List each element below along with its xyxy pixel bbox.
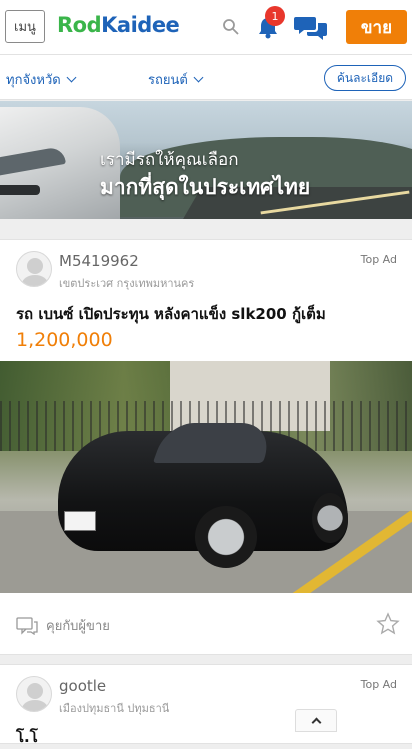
search-icon[interactable] [222, 18, 240, 36]
listing-card[interactable]: M5419962 เขตประเวศ กรุงเทพมหานคร Top Ad … [0, 239, 412, 655]
banner-headline-2: มากที่สุดในประเทศไทย [100, 175, 311, 199]
chat-with-seller-label: คุยกับผู้ขาย [46, 619, 110, 634]
category-filter-label: รถยนต์ [148, 73, 188, 88]
favorite-star-icon[interactable] [376, 612, 400, 636]
banner-headline-1: เรามีรถให้คุณเลือก [100, 150, 239, 170]
listing-title[interactable]: รถ เบนซ์ เปิดประทุน หลังคาแข็ง slk200 กู… [16, 302, 326, 326]
listing-photo[interactable] [0, 361, 412, 593]
promo-banner[interactable]: เรามีรถให้คุณเลือก มากที่สุดในประเทศไทย [0, 101, 412, 219]
top-header: เมนู RodKaidee 1 ขาย [0, 0, 412, 55]
top-ad-badge: Top Ad [360, 253, 397, 266]
seller-name[interactable]: M5419962 [59, 252, 139, 270]
chat-icon[interactable] [294, 14, 328, 42]
chevron-down-icon [193, 72, 204, 83]
province-filter[interactable]: ทุกจังหวัด [6, 69, 77, 90]
chevron-down-icon [66, 72, 77, 83]
seller-location: เมืองปทุมธานี ปทุมธานี [59, 702, 170, 715]
seller-name[interactable]: gootle [59, 677, 106, 695]
logo-kaidee: Kaidee [101, 13, 180, 37]
seller-avatar [16, 251, 52, 287]
seller-avatar [16, 676, 52, 712]
sell-button[interactable]: ขาย [346, 10, 407, 44]
advanced-search-button[interactable]: ค้นละเอียด [324, 65, 406, 91]
category-filter[interactable]: รถยนต์ [148, 69, 204, 90]
listing-price: 1,200,000 [16, 329, 113, 351]
logo-rod: Rod [57, 13, 102, 37]
seller-location: เขตประเวศ กรุงเทพมหานคร [59, 277, 195, 290]
app-logo[interactable]: RodKaidee [57, 13, 180, 37]
chevron-up-icon [311, 717, 321, 728]
listing-title[interactable]: โ.โ [16, 725, 38, 749]
chat-bubble-icon [16, 616, 38, 635]
province-filter-label: ทุกจังหวัด [6, 73, 61, 88]
notification-count-badge: 1 [265, 6, 285, 26]
scroll-to-top-button[interactable] [295, 709, 337, 732]
listing-card[interactable]: gootle เมืองปทุมธานี ปทุมธานี Top Ad โ.โ [0, 664, 412, 746]
top-ad-badge: Top Ad [360, 678, 397, 691]
chat-with-seller-button[interactable]: คุยกับผู้ขาย [16, 615, 110, 636]
menu-button[interactable]: เมนู [5, 10, 45, 43]
filter-bar: ทุกจังหวัด รถยนต์ ค้นละเอียด [0, 55, 412, 100]
